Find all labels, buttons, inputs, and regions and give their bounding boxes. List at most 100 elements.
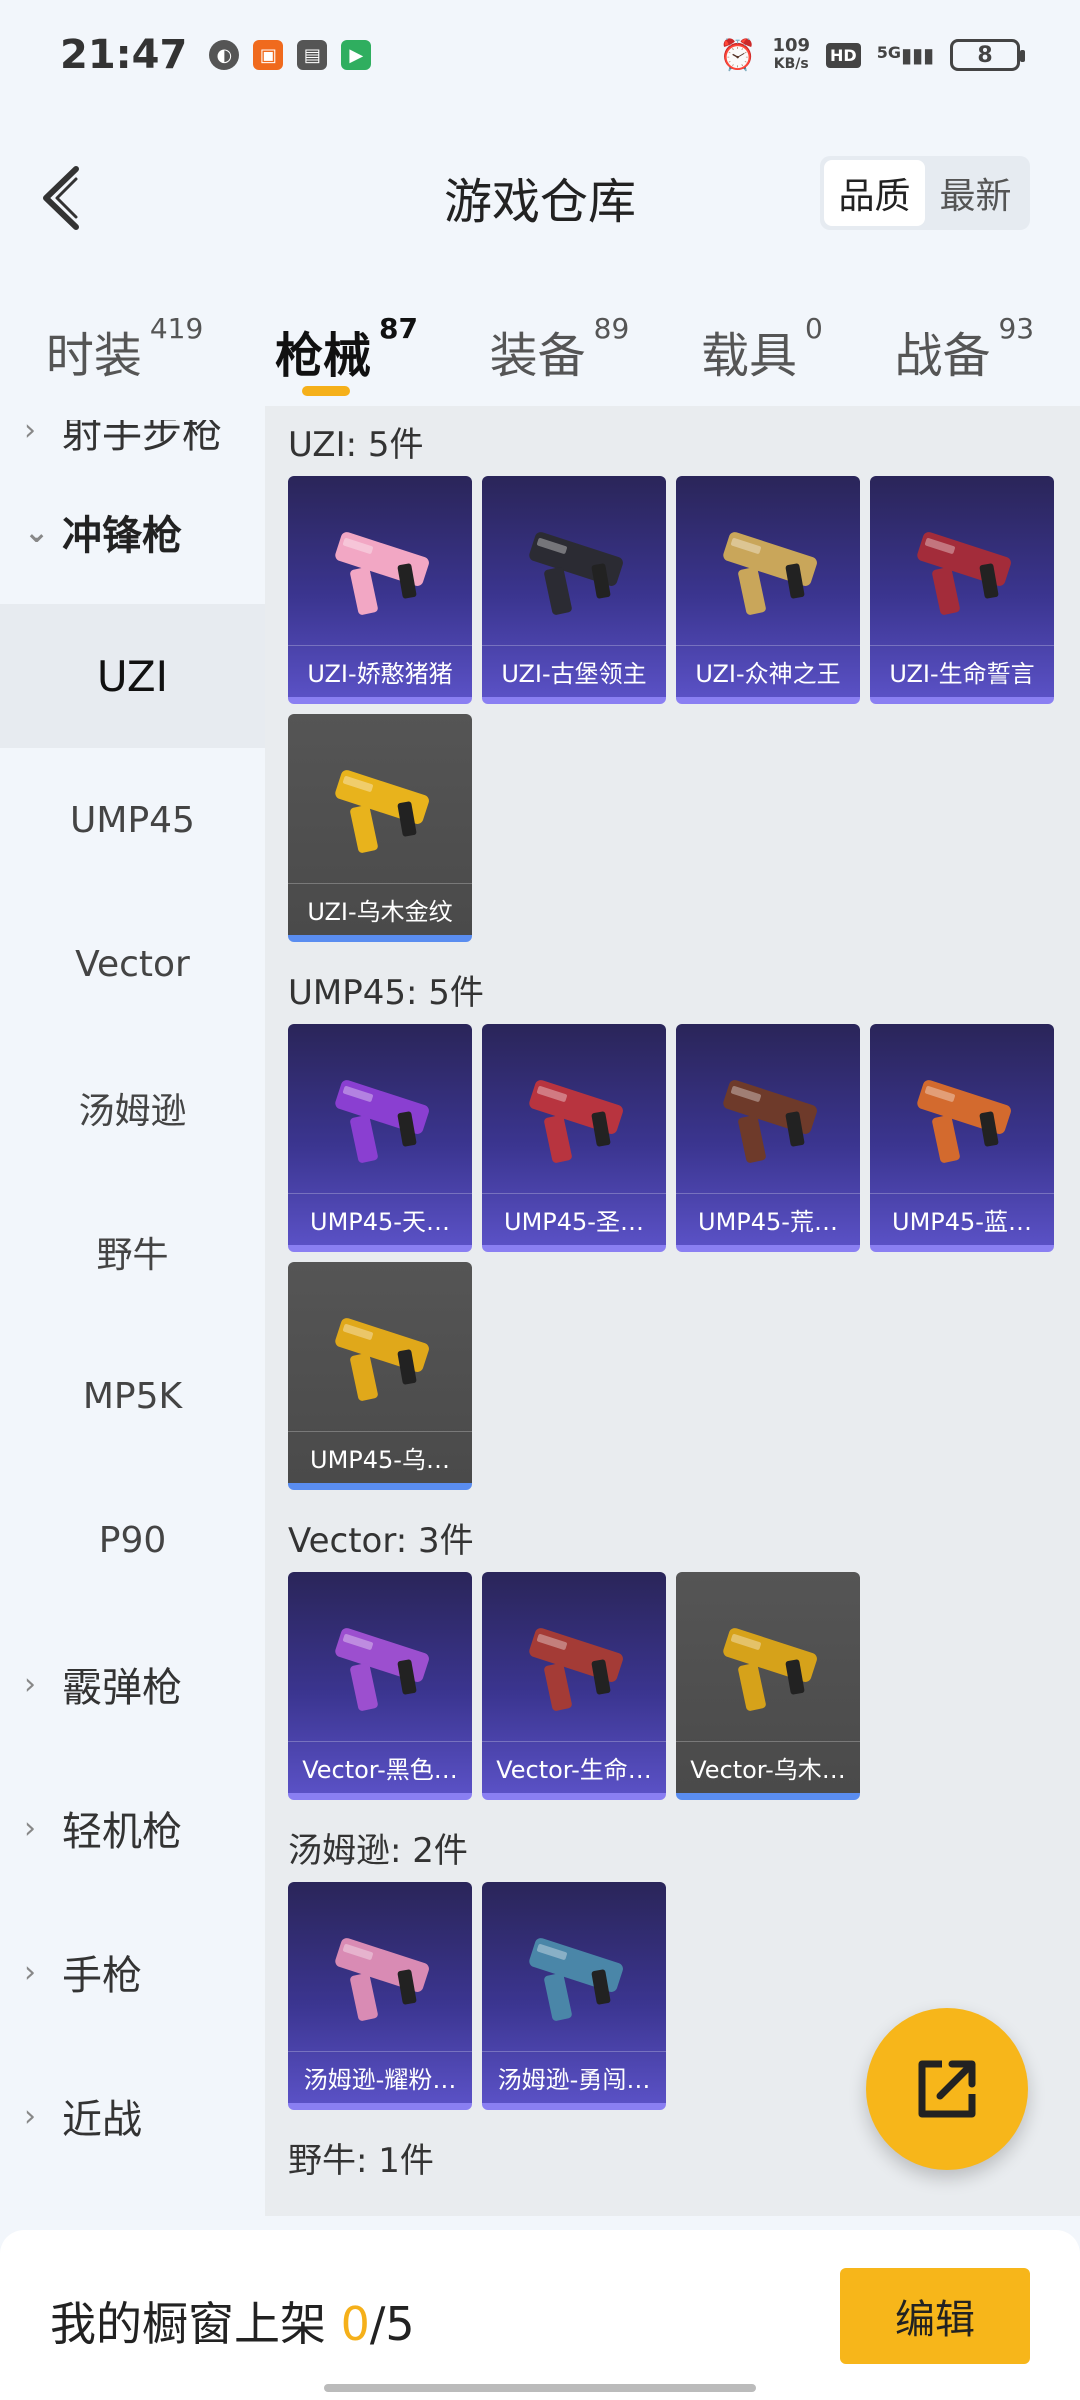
status-right: ⏰ 109 KB/s HD 5G▮▮▮ 8 xyxy=(719,37,1025,73)
sidebar-item-vector[interactable]: Vector xyxy=(0,892,265,1036)
chevron-right-icon: › xyxy=(24,1666,36,1702)
section-title: 汤姆逊: 2件 xyxy=(288,1830,468,1871)
sidebar-group-pistol[interactable]: › 手枪 xyxy=(0,1900,265,2044)
tab-firearms[interactable]: 枪械 87 xyxy=(275,300,418,410)
tab-label: 装备 xyxy=(489,328,586,384)
skin-card[interactable]: UMP45-荒… xyxy=(676,1024,860,1252)
tab-vehicles[interactable]: 载具 0 xyxy=(701,300,823,410)
sidebar-item-ump45[interactable]: UMP45 xyxy=(0,748,265,892)
skin-card[interactable]: UZI-众神之王 xyxy=(676,476,860,704)
skin-card[interactable]: UZI-古堡领主 xyxy=(482,476,666,704)
sidebar-group-smg[interactable]: ⌄ 冲锋枪 xyxy=(0,460,265,604)
skin-card[interactable]: 汤姆逊-勇闯… xyxy=(482,1882,666,2110)
sidebar-group-melee[interactable]: › 近战 xyxy=(0,2044,265,2188)
sidebar-group-label: 霰弹枪 xyxy=(62,1665,182,1711)
gun-skin-icon xyxy=(529,1938,623,2021)
status-time: 21:47 xyxy=(60,32,188,78)
skin-card[interactable]: UZI-生命誓言 xyxy=(870,476,1054,704)
battery-level: 8 xyxy=(977,42,993,68)
sidebar-group-shotgun[interactable]: › 霰弹枪 xyxy=(0,1612,265,1756)
calendar-icon: ▤ xyxy=(297,40,328,70)
gun-skin-icon xyxy=(529,1080,623,1163)
skin-grid: UZI-娇憨猪猪 UZI-古堡领主 UZI-众神之王 UZI-生命誓言 UZI-乌木金纹 xyxy=(288,476,1080,942)
tab-label: 枪械 xyxy=(274,328,371,384)
gun-skin-icon xyxy=(335,1318,429,1401)
status-app-icons: ◐ ▣ ▤ ▶ xyxy=(209,40,372,70)
signal-icon: 5G▮▮▮ xyxy=(876,43,934,67)
sort-quality-option[interactable]: 品质 xyxy=(824,160,925,226)
tab-label: 载具 xyxy=(700,328,797,384)
showcase-status: 我的橱窗上架 0/5 xyxy=(50,2288,415,2354)
tab-supplies[interactable]: 战备 93 xyxy=(894,300,1034,410)
skin-card[interactable]: UMP45-蓝… xyxy=(870,1024,1054,1252)
skin-card[interactable]: UZI-娇憨猪猪 xyxy=(288,476,472,704)
sidebar-group-label: 轻机枪 xyxy=(62,1809,182,1855)
skin-name: Vector-黑色… xyxy=(288,1741,472,1793)
skin-name: Vector-生命… xyxy=(482,1741,666,1793)
alarm-icon: ⏰ xyxy=(719,37,757,73)
sidebar-group-label: 近战 xyxy=(62,2097,142,2143)
skin-card[interactable]: 汤姆逊-耀粉… xyxy=(288,1882,472,2110)
network-speed: 109 KB/s xyxy=(772,37,810,73)
chevron-right-icon: › xyxy=(24,1954,36,1990)
tab-label: 时装 xyxy=(45,328,142,384)
edit-button[interactable]: 编辑 xyxy=(840,2268,1030,2364)
skin-card[interactable]: UMP45-圣… xyxy=(482,1024,666,1252)
skin-name: 汤姆逊-耀粉… xyxy=(288,2051,472,2103)
app-notification-icon: ▣ xyxy=(253,40,284,70)
skin-name: UZI-乌木金纹 xyxy=(288,883,472,935)
network-type: 5G xyxy=(876,43,901,62)
network-speed-value: 109 xyxy=(772,35,811,56)
tab-fashion[interactable]: 时装 419 xyxy=(46,300,203,410)
sidebar-group-lmg[interactable]: › 轻机枪 xyxy=(0,1756,265,1900)
skin-name: UMP45-蓝… xyxy=(870,1193,1054,1245)
showcase-used-count: 0 xyxy=(340,2297,370,2351)
chevron-right-icon: › xyxy=(24,1810,36,1846)
skin-card[interactable]: UMP45-天… xyxy=(288,1024,472,1252)
sidebar-item-bizon[interactable]: 野牛 xyxy=(0,1180,265,1324)
sort-newest-option[interactable]: 最新 xyxy=(925,160,1026,226)
bottom-bar: 我的橱窗上架 0/5 编辑 xyxy=(0,2230,1080,2400)
tab-count: 89 xyxy=(593,312,630,345)
gun-skin-icon xyxy=(335,1628,429,1711)
gun-skin-icon xyxy=(723,1628,817,1711)
sidebar-item-thompson[interactable]: 汤姆逊 xyxy=(0,1036,265,1180)
gun-skin-icon xyxy=(335,1080,429,1163)
skin-grid: Vector-黑色… Vector-生命… Vector-乌木… xyxy=(288,1572,1080,1800)
skin-name: UZI-生命誓言 xyxy=(870,645,1054,697)
sidebar-group-label: 手枪 xyxy=(62,1953,142,1999)
sidebar-group-label: 冲锋枪 xyxy=(62,513,182,559)
header: 游戏仓库 品质 最新 xyxy=(0,130,1080,260)
sidebar-item-uzi[interactable]: UZI xyxy=(0,604,265,748)
browser-icon: ◐ xyxy=(209,40,240,70)
skin-name: UMP45-乌… xyxy=(288,1431,472,1483)
sidebar-group-label: 射手步枪 xyxy=(62,420,222,457)
game-app-icon: ▶ xyxy=(341,40,372,70)
skin-name: UZI-众神之王 xyxy=(676,645,860,697)
chevron-right-icon: › xyxy=(24,420,36,448)
skin-card[interactable]: Vector-生命… xyxy=(482,1572,666,1800)
weapon-type-sidebar: › 射手步枪 ⌄ 冲锋枪 UZI UMP45 Vector 汤姆逊 野牛 MP5… xyxy=(0,420,265,2230)
sidebar-item-mp5k[interactable]: MP5K xyxy=(0,1324,265,1468)
sidebar-group-marksman-rifle[interactable]: › 射手步枪 xyxy=(0,420,265,460)
gun-skin-icon xyxy=(529,532,623,615)
battery-icon: 8 xyxy=(950,39,1025,71)
skin-name: UZI-娇憨猪猪 xyxy=(288,645,472,697)
home-indicator[interactable] xyxy=(324,2384,756,2392)
skin-card[interactable]: Vector-黑色… xyxy=(288,1572,472,1800)
tab-count: 419 xyxy=(149,312,204,345)
skin-name: UMP45-天… xyxy=(288,1193,472,1245)
gun-skin-icon xyxy=(335,770,429,853)
tab-equipment[interactable]: 装备 89 xyxy=(490,300,630,410)
skin-name: UZI-古堡领主 xyxy=(482,645,666,697)
tab-count: 93 xyxy=(998,312,1035,345)
sort-toggle[interactable]: 品质 最新 xyxy=(820,156,1030,230)
weapon-skin-list[interactable]: UZI: 5件 UZI-娇憨猪猪 UZI-古堡领主 UZI-众神之王 UZI-生命誓言 U… xyxy=(265,406,1080,2216)
skin-card[interactable]: UMP45-乌… xyxy=(288,1262,472,1490)
gun-skin-icon xyxy=(529,1628,623,1711)
skin-card[interactable]: Vector-乌木… xyxy=(676,1572,860,1800)
skin-card[interactable]: UZI-乌木金纹 xyxy=(288,714,472,942)
share-button[interactable] xyxy=(866,2008,1028,2170)
sidebar-item-p90[interactable]: P90 xyxy=(0,1468,265,1612)
gun-skin-icon xyxy=(335,532,429,615)
